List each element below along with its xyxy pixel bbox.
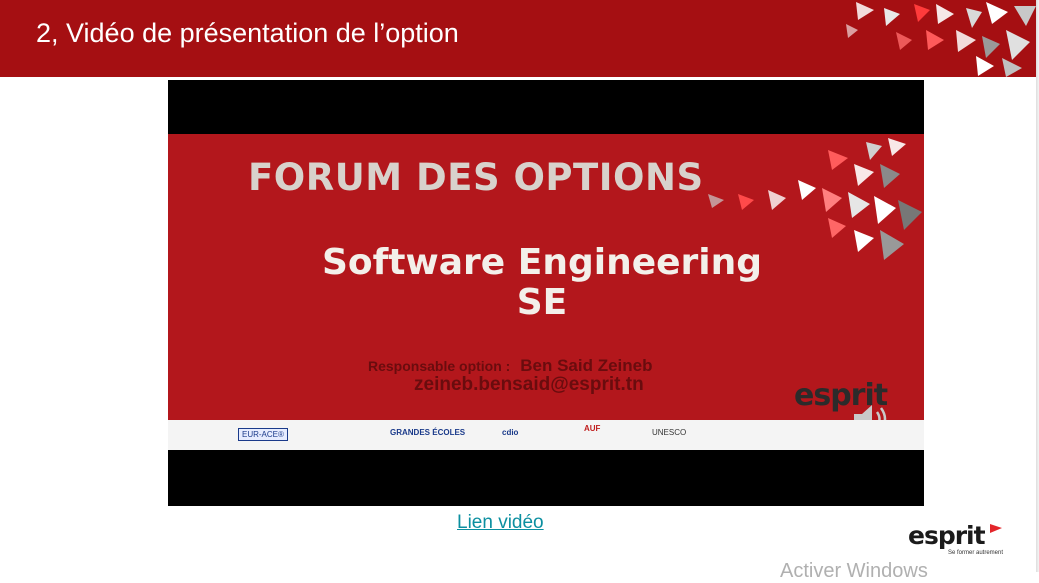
responsible-name: Ben Said Zeineb — [520, 356, 653, 375]
partner-logos-strip: EUR-ACE® GRANDES ÉCOLES cdio AUF UNESCO — [168, 420, 924, 450]
responsible-email: zeineb.bensaid@esprit.tn — [414, 374, 644, 395]
partner-logo: UNESCO — [652, 428, 687, 437]
video-link[interactable]: Lien vidéo — [457, 512, 544, 534]
video-player[interactable]: FORUM DES OPTIONS Software Engineering S… — [168, 80, 924, 506]
partner-logo: cdio — [502, 428, 519, 437]
triangle-pattern-decoration — [846, 2, 1036, 77]
esprit-footer-logo: esprit Se former autrement — [908, 521, 1003, 557]
slide-header-bar: 2, Vidéo de présentation de l’option — [0, 0, 1036, 77]
page-title: 2, Vidéo de présentation de l’option — [36, 18, 459, 48]
footer-tagline: Se former autrement — [948, 550, 1004, 556]
responsible-label: Responsable option : — [368, 358, 511, 374]
slide-title: Software Engineering — [321, 242, 763, 283]
partner-logo: GRANDES ÉCOLES — [390, 428, 466, 437]
slide-subtitle: SE — [516, 282, 568, 323]
partner-logo: EUR-ACE® — [238, 428, 288, 441]
slide-heading: FORUM DES OPTIONS — [248, 156, 704, 199]
video-thumbnail: FORUM DES OPTIONS Software Engineering S… — [168, 134, 924, 450]
partner-logo: AUF — [584, 424, 601, 433]
footer-logo-text: esprit — [908, 521, 986, 550]
logo-flag-icon — [990, 524, 1002, 533]
responsible-line: Responsable option : Ben Said Zeineb — [368, 356, 652, 376]
